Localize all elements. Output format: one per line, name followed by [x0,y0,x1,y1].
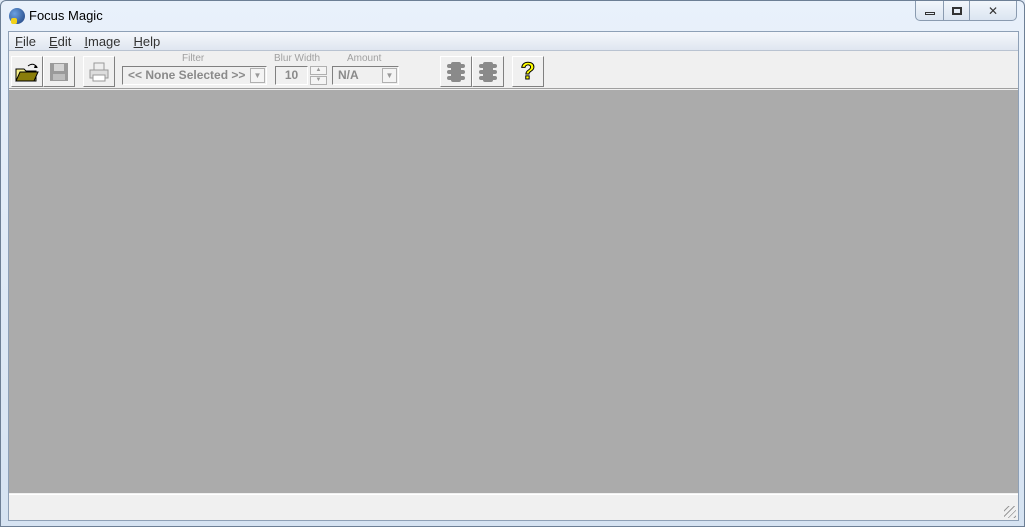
floppy-disk-icon [50,62,68,81]
maximize-icon [951,6,962,15]
amount-label: Amount [347,53,382,64]
chevron-down-icon[interactable]: ▼ [382,68,397,83]
focus-button-2[interactable] [472,56,504,87]
menu-image[interactable]: Image [78,34,126,49]
minimize-icon [924,11,935,15]
question-mark-icon: ? [520,57,536,85]
help-button[interactable]: ? [512,56,544,87]
chevron-down-icon[interactable]: ▼ [250,68,265,83]
maximize-button[interactable] [944,1,970,20]
menu-file[interactable]: File [9,34,42,49]
amount-value: N/A [338,68,359,82]
status-bar [9,494,1018,520]
blur-width-input[interactable]: 10 [275,66,308,85]
close-icon: ✕ [987,3,999,18]
minimize-button[interactable] [916,1,944,20]
blur-width-label: Blur Width [274,53,321,64]
menu-bar: File Edit Image Help [9,32,1018,51]
menu-help[interactable]: Help [128,34,167,49]
toolbar: Filter << None Selected >> ▼ Blur Width 1… [9,51,1018,89]
client-area: File Edit Image Help Filter << None Sele… [8,31,1019,521]
amount-dropdown[interactable]: N/A ▼ [332,66,399,85]
traffic-light-icon [479,61,497,82]
menu-edit[interactable]: Edit [43,34,77,49]
traffic-light-icon [447,61,465,82]
printer-icon [89,62,109,81]
resize-grip-icon[interactable] [1004,506,1016,518]
open-button[interactable] [11,56,43,87]
image-canvas [9,90,1018,493]
focus-button-1[interactable] [440,56,472,87]
close-button[interactable]: ✕ [970,1,1016,20]
blur-width-stepper[interactable]: ▲ ▼ [310,66,328,85]
filter-label: Filter [182,53,205,64]
stepper-down-icon[interactable]: ▼ [310,76,327,85]
open-folder-icon [15,63,39,81]
window-controls: ✕ [915,1,1017,21]
print-button[interactable] [83,56,115,87]
window-title: Focus Magic [29,8,103,23]
parrot-app-icon[interactable] [9,8,25,24]
stepper-up-icon[interactable]: ▲ [310,66,327,75]
save-button[interactable] [43,56,75,87]
filter-dropdown[interactable]: << None Selected >> ▼ [122,66,267,85]
filter-value: << None Selected >> [128,68,246,82]
app-window: Focus Magic ✕ File Edit Image Help Filte… [0,0,1025,527]
